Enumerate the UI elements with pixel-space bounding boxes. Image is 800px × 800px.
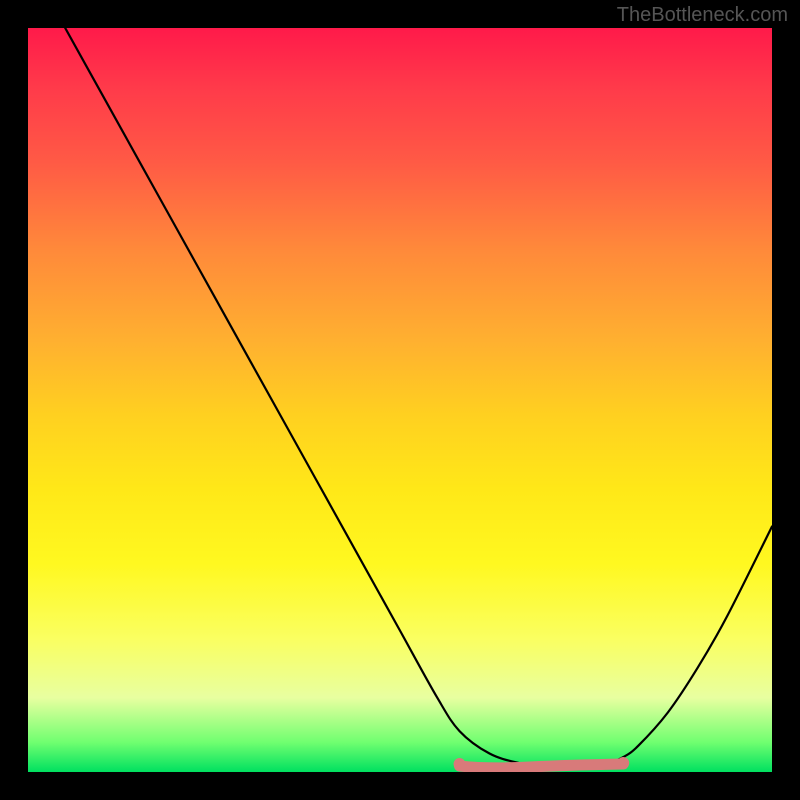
plot-area <box>28 28 772 772</box>
optimal-range-marker <box>460 764 624 768</box>
chart-svg <box>28 28 772 772</box>
optimal-range-end-dot <box>617 757 629 769</box>
bottleneck-curve <box>65 28 772 768</box>
watermark-text: TheBottleneck.com <box>617 4 788 27</box>
optimal-range-start-dot <box>454 758 466 770</box>
